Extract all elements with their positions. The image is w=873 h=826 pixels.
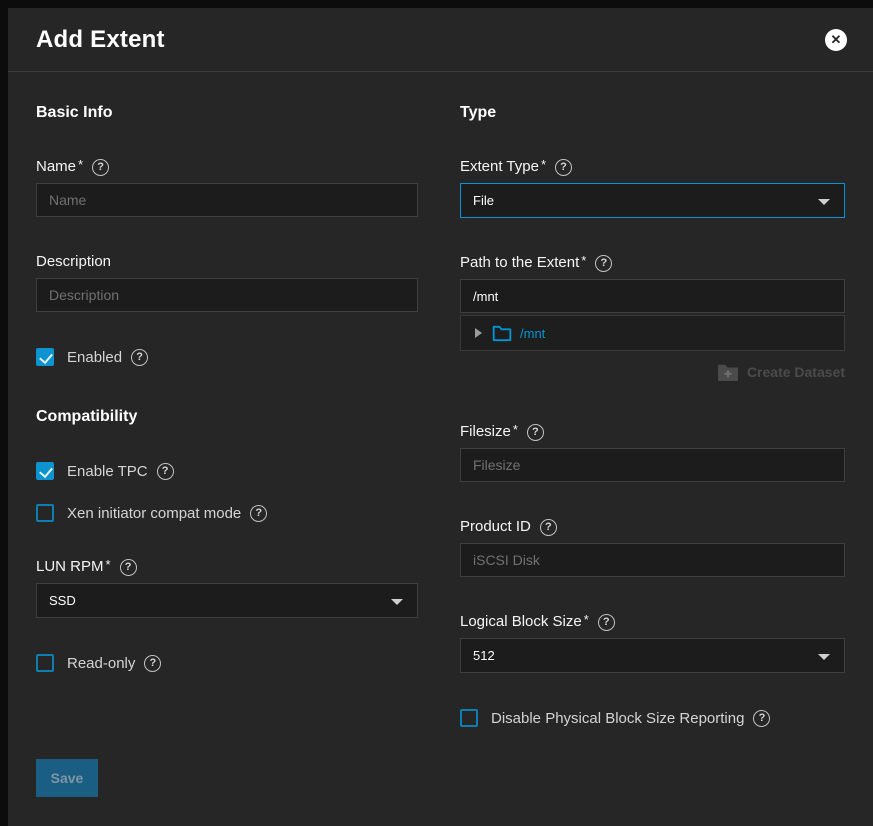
required-mark: * (513, 421, 518, 439)
xen-compat-label: Xen initiator compat mode (67, 505, 241, 522)
name-label: Name* ? (36, 158, 418, 176)
filesize-label: Filesize* ? (460, 423, 845, 441)
create-dataset-row: Create Dataset (460, 363, 845, 381)
logical-block-size-selected-value: 512 (473, 648, 495, 663)
help-icon[interactable]: ? (250, 505, 267, 522)
description-label: Description (36, 253, 418, 271)
help-icon[interactable]: ? (92, 159, 109, 176)
help-icon[interactable]: ? (527, 424, 544, 441)
description-field-group: Description (36, 253, 418, 312)
help-icon[interactable]: ? (753, 710, 770, 727)
logical-block-size-field-group: Logical Block Size* ? 512 (460, 613, 845, 673)
required-mark: * (541, 156, 546, 174)
enabled-label: Enabled (67, 349, 122, 366)
enable-tpc-checkbox-row: Enable TPC ? (36, 462, 418, 480)
close-icon: ✕ (831, 29, 842, 51)
extent-type-select[interactable]: File (460, 183, 845, 218)
enable-tpc-label: Enable TPC (67, 463, 148, 480)
help-icon[interactable]: ? (540, 519, 557, 536)
path-label: Path to the Extent* ? (460, 254, 845, 272)
dialog-header: Add Extent ✕ (8, 8, 873, 72)
dialog-content: Basic Info Name* ? Description (8, 72, 873, 727)
read-only-checkbox[interactable] (36, 654, 54, 672)
create-dataset-button[interactable]: Create Dataset (717, 363, 845, 381)
product-id-label: Product ID ? (460, 518, 845, 536)
name-field-group: Name* ? (36, 158, 418, 217)
help-icon[interactable]: ? (144, 655, 161, 672)
chevron-down-icon (818, 199, 830, 205)
help-icon[interactable]: ? (120, 559, 137, 576)
screen-background: Add Extent ✕ Basic Info Name* ? (0, 0, 873, 826)
disable-pbs-checkbox-row: Disable Physical Block Size Reporting ? (460, 709, 845, 727)
help-icon[interactable]: ? (595, 255, 612, 272)
disable-pbs-checkbox[interactable] (460, 709, 478, 727)
required-mark: * (584, 611, 589, 629)
extent-type-field-group: Extent Type* ? File (460, 158, 845, 218)
logical-block-size-select[interactable]: 512 (460, 638, 845, 673)
section-type: Type (460, 104, 845, 122)
tree-node-label[interactable]: /mnt (520, 326, 545, 341)
add-extent-dialog: Add Extent ✕ Basic Info Name* ? (8, 8, 873, 826)
right-column: Type Extent Type* ? File Path to the Ext… (460, 104, 845, 727)
chevron-down-icon (391, 599, 403, 605)
folder-icon (492, 325, 512, 342)
enable-tpc-checkbox[interactable] (36, 462, 54, 480)
filesize-field-group: Filesize* ? (460, 423, 845, 482)
logical-block-size-label: Logical Block Size* ? (460, 613, 845, 631)
dialog-footer: Save (36, 759, 98, 797)
product-id-field-group: Product ID ? (460, 518, 845, 577)
xen-compat-checkbox[interactable] (36, 504, 54, 522)
extent-type-selected-value: File (473, 193, 494, 208)
page-title: Add Extent (36, 26, 165, 54)
read-only-label: Read-only (67, 655, 135, 672)
help-icon[interactable]: ? (131, 349, 148, 366)
help-icon[interactable]: ? (555, 159, 572, 176)
description-input[interactable] (36, 278, 418, 312)
create-dataset-label: Create Dataset (747, 364, 845, 380)
path-input[interactable] (460, 279, 845, 313)
section-basic-info: Basic Info (36, 104, 418, 122)
expand-arrow-icon[interactable] (475, 328, 482, 338)
product-id-input[interactable] (460, 543, 845, 577)
folder-plus-icon (717, 363, 739, 381)
lun-rpm-selected-value: SSD (49, 593, 76, 608)
path-tree-node[interactable]: /mnt (460, 315, 845, 351)
required-mark: * (78, 156, 83, 174)
filesize-input[interactable] (460, 448, 845, 482)
section-compatibility: Compatibility (36, 408, 418, 426)
enabled-checkbox[interactable] (36, 348, 54, 366)
close-button[interactable]: ✕ (825, 29, 847, 51)
name-input[interactable] (36, 183, 418, 217)
read-only-checkbox-row: Read-only ? (36, 654, 418, 672)
chevron-down-icon (818, 654, 830, 660)
xen-compat-checkbox-row: Xen initiator compat mode ? (36, 504, 418, 522)
lun-rpm-select[interactable]: SSD (36, 583, 418, 618)
save-button[interactable]: Save (36, 759, 98, 797)
extent-type-label: Extent Type* ? (460, 158, 845, 176)
help-icon[interactable]: ? (598, 614, 615, 631)
enabled-checkbox-row: Enabled ? (36, 348, 418, 366)
path-field-group: Path to the Extent* ? /mnt (460, 254, 845, 381)
disable-pbs-label: Disable Physical Block Size Reporting (491, 710, 744, 727)
help-icon[interactable]: ? (157, 463, 174, 480)
lun-rpm-label: LUN RPM* ? (36, 558, 418, 576)
required-mark: * (581, 252, 586, 270)
required-mark: * (106, 556, 111, 574)
left-column: Basic Info Name* ? Description (36, 104, 418, 727)
lun-rpm-field-group: LUN RPM* ? SSD (36, 558, 418, 618)
